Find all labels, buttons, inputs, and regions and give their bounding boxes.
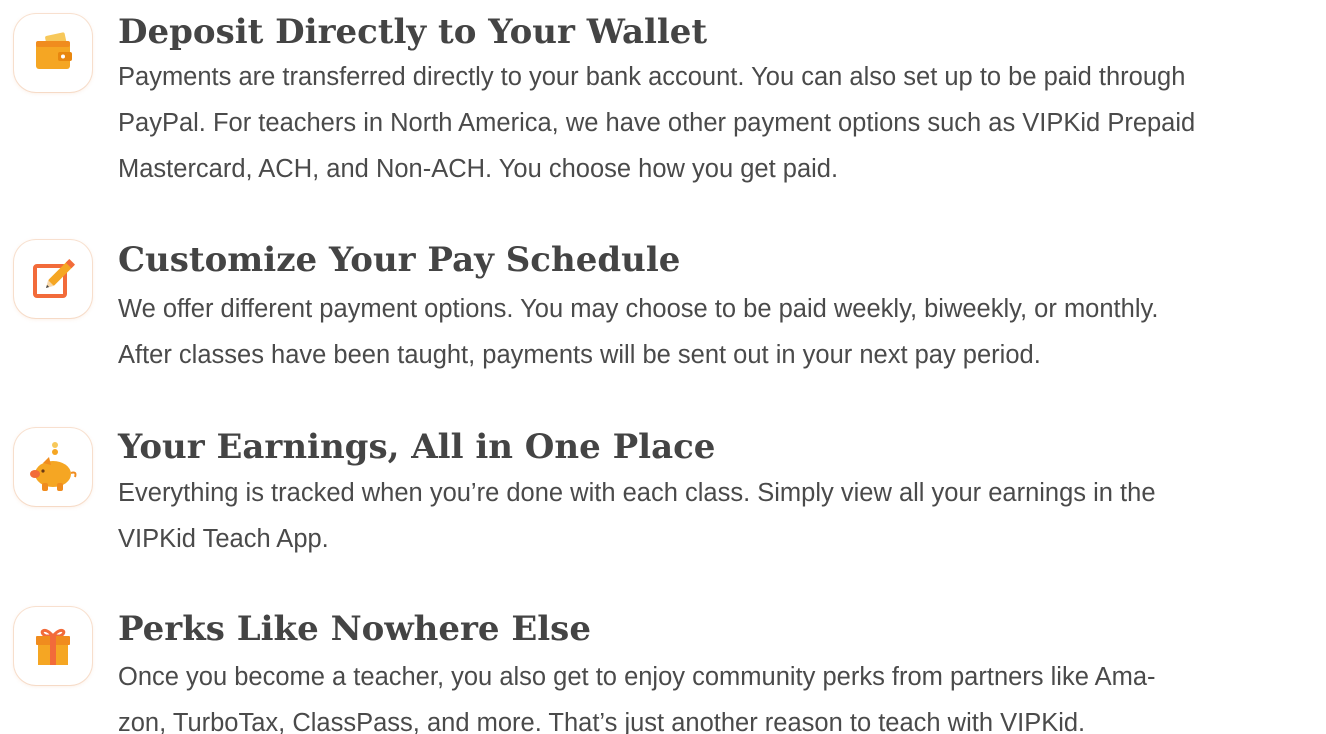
description-line: VIPKid Teach App. [118,525,329,553]
description-line: Payments are transferred directly to you… [118,63,1186,91]
description-line: After classes have been taught, payments… [118,341,1041,369]
feature-description: Once you become a teacher, you also get … [118,654,1318,734]
feature-description: Payments are transferred directly to you… [118,54,1318,192]
description-line: Everything is tracked when you’re done w… [118,479,1156,507]
description-line: Once you become a teacher, you also get … [118,663,1156,691]
description-line: zon, TurboTax, ClassPass, and more. That… [118,709,1086,734]
description-line: PayPal. For teachers in North America, w… [118,109,1196,137]
feature-description: Everything is tracked when you’re done w… [118,470,1318,562]
description-line: Mastercard, ACH, and Non-ACH. You choose… [118,155,839,183]
edit-pencil-icon [14,240,92,318]
piggy-bank-icon [14,428,92,506]
feature-description: We offer different payment options. You … [118,286,1318,378]
wallet-icon [14,14,92,92]
description-line: We offer different payment options. You … [118,295,1159,323]
feature-title: Customize Your Pay Schedule [118,240,681,280]
feature-title: Perks Like Nowhere Else [118,609,591,649]
feature-title: Deposit Directly to Your Wallet [118,12,708,52]
feature-title: Your Earnings, All in One Place [118,427,716,467]
gift-icon [14,607,92,685]
